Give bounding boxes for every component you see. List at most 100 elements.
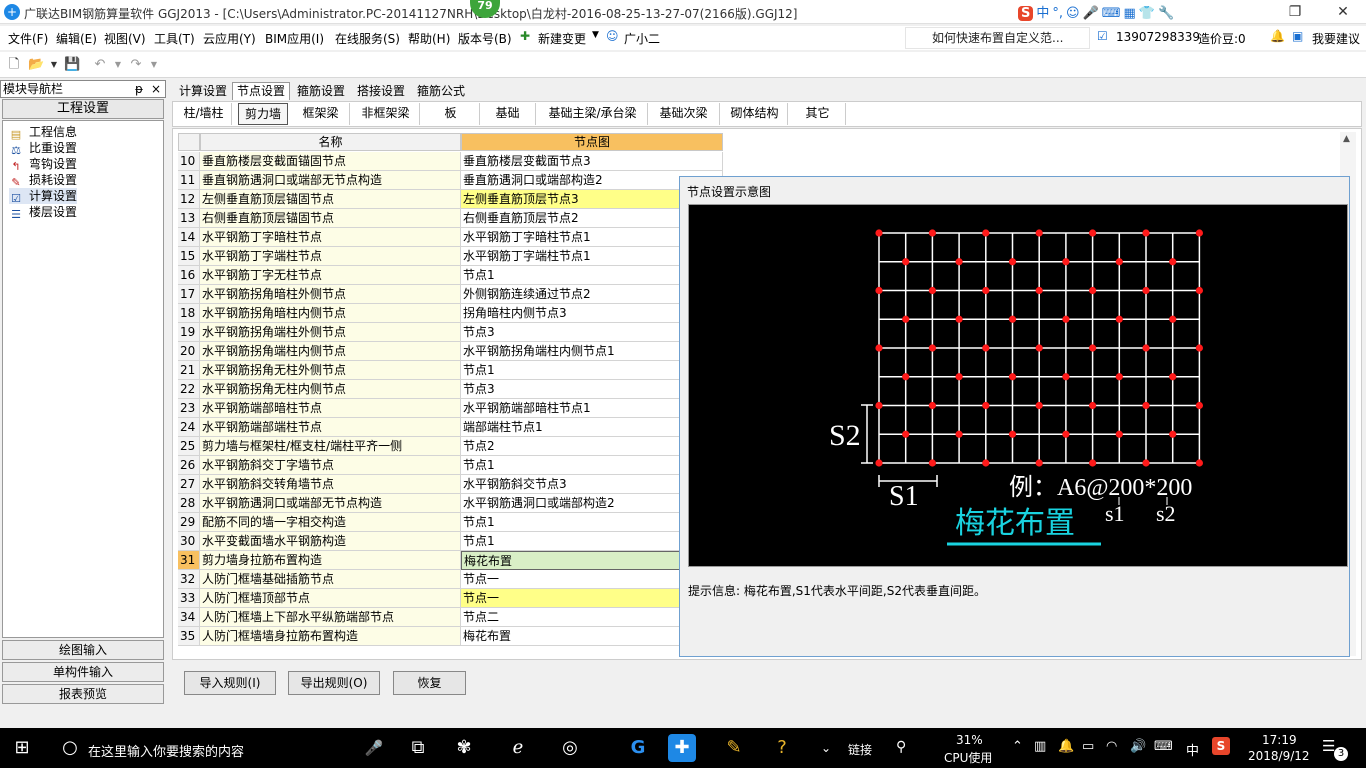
nav-button-drawing[interactable]: 绘图输入 [2, 640, 164, 660]
tab-foundation-sub-beam[interactable]: 基础次梁 [648, 103, 720, 125]
punct-icon[interactable]: °, [1052, 6, 1063, 21]
table-row[interactable]: 31 剪力墙身拉筋布置构造 梅花布置 [178, 551, 723, 570]
nav-section-header[interactable]: 工程设置 [2, 99, 164, 119]
table-row[interactable]: 30 水平变截面墙水平钢筋构造 节点1 [178, 532, 723, 551]
pin-icon[interactable]: ᵽ [135, 81, 143, 97]
export-rules-button[interactable]: 导出规则(O) [288, 671, 380, 695]
wifi-icon[interactable]: ◠ [1106, 739, 1117, 754]
glodon-app-icon[interactable]: ✚ [668, 734, 696, 762]
taskbar-search-input[interactable]: 在这里输入你要搜索的内容 [88, 741, 244, 760]
redo-icon[interactable]: ↷ [128, 57, 144, 73]
table-row[interactable]: 22 水平钢筋拐角无柱内侧节点 节点3 [178, 380, 723, 399]
menu-assistant[interactable]: 广小二 [624, 30, 660, 47]
menu-file[interactable]: 文件(F) [8, 30, 48, 47]
chevron-down-icon[interactable]: ⌄ [808, 732, 844, 764]
menu-version[interactable]: 版本号(B) [458, 30, 512, 47]
table-row[interactable]: 13 右侧垂直筋顶层锚固节点 右侧垂直筋顶层节点2 [178, 209, 723, 228]
keyboard-icon[interactable]: ⌨ [1154, 739, 1173, 754]
new-file-icon[interactable]: 🗋 [6, 57, 22, 73]
row-node-select[interactable]: 垂直筋楼层变截面节点3 [461, 152, 723, 171]
tray-bell-icon[interactable]: 🔔 [1058, 739, 1074, 754]
clock-time[interactable]: 17:19 [1262, 733, 1297, 747]
menu-new-change[interactable]: 新建变更 [538, 30, 586, 47]
tab-stirrup-settings[interactable]: 箍筋设置 [292, 82, 350, 100]
menu-edit[interactable]: 编辑(E) [56, 30, 97, 47]
table-row[interactable]: 12 左侧垂直筋顶层锚固节点 左侧垂直筋顶层节点3 [178, 190, 723, 209]
grid-header-node[interactable]: 节点图 [461, 133, 723, 151]
table-row[interactable]: 35 人防门框墙墙身拉筋布置构造 梅花布置 [178, 627, 723, 646]
table-row[interactable]: 34 人防门框墙上下部水平纵筋端部节点 节点二 [178, 608, 723, 627]
keyboard-icon[interactable]: ⌨ [1102, 6, 1121, 21]
browser-icon[interactable]: ◎ [552, 732, 588, 764]
search-icon[interactable]: ○ [52, 732, 88, 764]
link-label[interactable]: 链接 [848, 741, 872, 758]
table-row[interactable]: 19 水平钢筋拐角端柱外侧节点 节点3 [178, 323, 723, 342]
close-icon[interactable]: ✕ [1328, 2, 1358, 22]
nav-item-hook[interactable]: ↰ 弯钩设置 [9, 156, 77, 173]
ime-chinese-icon[interactable]: 中 [1036, 2, 1049, 21]
open-folder-icon[interactable]: 📂 [28, 57, 44, 73]
menu-view[interactable]: 视图(V) [104, 30, 146, 47]
fan-app-icon[interactable]: ✾ [446, 732, 482, 764]
tab-shear-wall[interactable]: 剪力墙 [238, 103, 288, 125]
tab-foundation[interactable]: 基础 [480, 103, 536, 125]
coin-count[interactable]: 造价豆:0 [1198, 30, 1246, 47]
undo-icon[interactable]: ↶ [92, 57, 108, 73]
table-row[interactable]: 28 水平钢筋遇洞口或端部无节点构造 水平钢筋遇洞口或端部构造2 [178, 494, 723, 513]
ime-indicator[interactable]: 中 [1186, 740, 1199, 759]
menu-bim[interactable]: BIM应用(I) [265, 30, 324, 47]
nav-button-report[interactable]: 报表预览 [2, 684, 164, 704]
mic-icon[interactable]: 🎤 [356, 732, 392, 764]
tab-frame-beam[interactable]: 框架梁 [292, 103, 350, 125]
table-row[interactable]: 32 人防门框墙基础插筋节点 节点一 [178, 570, 723, 589]
glodon-g-icon[interactable]: G [620, 732, 656, 764]
clock-date[interactable]: 2018/9/12 [1248, 749, 1310, 763]
nav-item-floor[interactable]: ☰ 楼层设置 [9, 204, 77, 221]
chevron-down-icon[interactable]: ▼ [592, 30, 599, 40]
tab-column[interactable]: 柱/墙柱 [176, 103, 232, 125]
tray-expand-icon[interactable]: ⌃ [1012, 739, 1023, 754]
menu-help[interactable]: 帮助(H) [408, 30, 450, 47]
task-view-icon[interactable]: ⧉ [400, 732, 436, 764]
nav-button-single[interactable]: 单构件输入 [2, 662, 164, 682]
skin-icon[interactable]: 👕 [1139, 6, 1155, 21]
table-row[interactable]: 27 水平钢筋斜交转角墙节点 水平钢筋斜交节点3 [178, 475, 723, 494]
tab-masonry[interactable]: 砌体结构 [722, 103, 788, 125]
table-row[interactable]: 10 垂直筋楼层变截面锚固节点 垂直筋楼层变截面节点3 [178, 152, 723, 171]
table-row[interactable]: 29 配筋不同的墙一字相交构造 节点1 [178, 513, 723, 532]
table-row[interactable]: 14 水平钢筋丁字暗柱节点 水平钢筋丁字暗柱节点1 [178, 228, 723, 247]
chevron-down-icon[interactable]: ▼ [110, 57, 126, 73]
menu-cloud[interactable]: 云应用(Y) [203, 30, 256, 47]
suggest-link[interactable]: 我要建议 [1312, 30, 1360, 47]
import-rules-button[interactable]: 导入规则(I) [184, 671, 276, 695]
edge-icon[interactable]: ℯ [500, 732, 536, 764]
tab-nonframe-beam[interactable]: 非框架梁 [352, 103, 420, 125]
menu-online[interactable]: 在线服务(S) [335, 30, 400, 47]
tray-device-icon[interactable]: ▭ [1082, 739, 1094, 754]
table-row[interactable]: 15 水平钢筋丁字端柱节点 水平钢筋丁字端柱节点1 [178, 247, 723, 266]
tab-other[interactable]: 其它 [790, 103, 846, 125]
windows-start-icon[interactable]: ⊞ [4, 732, 40, 764]
help-app-icon[interactable]: ? [764, 732, 800, 764]
table-row[interactable]: 11 垂直钢筋遇洞口或端部无节点构造 垂直筋遇洞口或端部构造2 [178, 171, 723, 190]
close-icon[interactable]: × [151, 81, 161, 97]
nav-item-project-info[interactable]: ▤ 工程信息 [9, 124, 77, 141]
bell-icon[interactable]: 🔔 [1270, 29, 1285, 43]
table-row[interactable]: 20 水平钢筋拐角端柱内侧节点 水平钢筋拐角端柱内侧节点1 [178, 342, 723, 361]
tab-calc-settings[interactable]: 计算设置 [174, 82, 232, 100]
sogou-icon[interactable]: S [1018, 6, 1034, 21]
emoji-icon[interactable]: ☺ [1066, 6, 1080, 21]
apps-icon[interactable]: ▦ [1124, 6, 1136, 21]
notes-icon[interactable]: ✎ [716, 732, 752, 764]
tip-banner[interactable]: 如何快速布置自定义范... [905, 27, 1090, 49]
tray-app-icon[interactable]: ▥ [1034, 739, 1046, 754]
table-row[interactable]: 21 水平钢筋拐角无柱外侧节点 节点1 [178, 361, 723, 380]
nav-item-calc[interactable]: ☑ 计算设置 [9, 188, 78, 205]
table-row[interactable]: 17 水平钢筋拐角暗柱外侧节点 外侧钢筋连续通过节点2 [178, 285, 723, 304]
table-row[interactable]: 16 水平钢筋丁字无柱节点 节点1 [178, 266, 723, 285]
table-row[interactable]: 26 水平钢筋斜交丁字墙节点 节点1 [178, 456, 723, 475]
table-row[interactable]: 25 剪力墙与框架柱/框支柱/端柱平齐一侧 节点2 [178, 437, 723, 456]
user-phone[interactable]: 13907298339 [1116, 30, 1200, 44]
restore-icon[interactable]: ❐ [1280, 2, 1310, 22]
save-icon[interactable]: 💾 [64, 57, 80, 73]
